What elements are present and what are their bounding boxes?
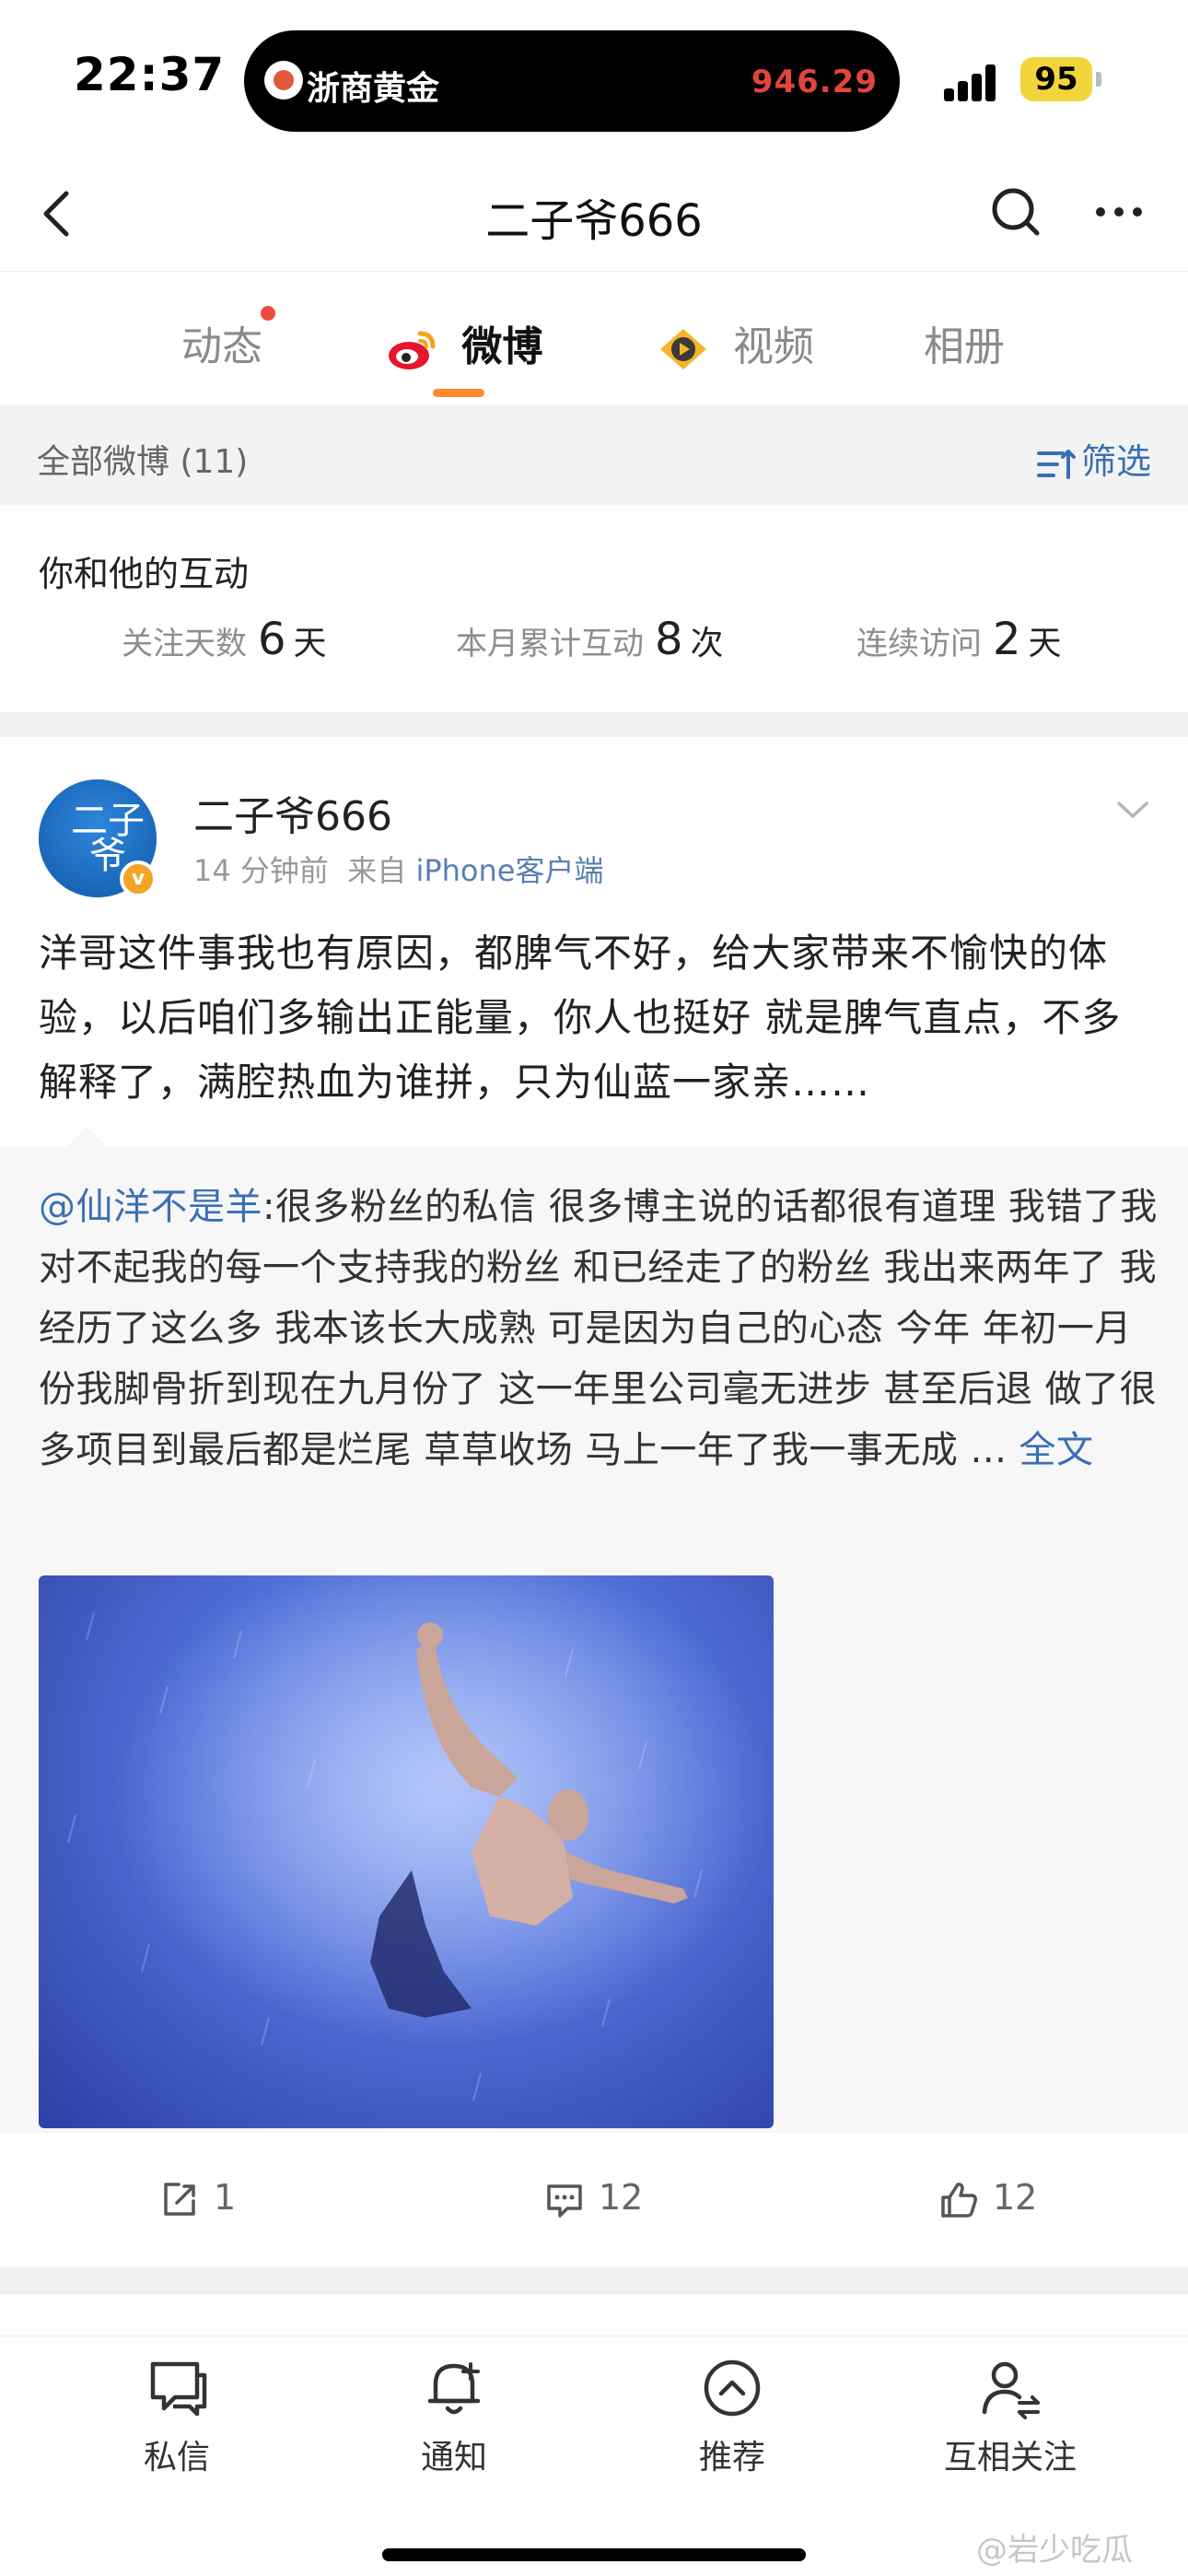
- tabbar-label: 推荐: [698, 2439, 765, 2476]
- repost-notch: [66, 1127, 107, 1147]
- like-button[interactable]: 12: [938, 2177, 1037, 2221]
- stat-value: 6: [258, 614, 286, 665]
- unread-dot: [261, 306, 275, 321]
- repost-block[interactable]: @仙洋不是羊:很多粉丝的私信 很多博主说的话都很有道理 我错了我对不起我的每一个…: [0, 1127, 1188, 2133]
- post-card[interactable]: 二子爷 v 二子爷666 14 分钟前 来自 iPhone客户端 洋哥这件事我也…: [0, 737, 1188, 2266]
- dynamic-island[interactable]: 浙商黄金 946.29: [244, 30, 900, 132]
- status-time: 22:37: [74, 48, 226, 101]
- post-actions: 1 12 12: [0, 2133, 1188, 2262]
- tabbar-messages[interactable]: 私信: [85, 2351, 269, 2478]
- more-icon[interactable]: [1087, 180, 1151, 244]
- status-bar: 22:37 浙商黄金 946.29 95: [0, 0, 1188, 157]
- weibo-logo-icon: [389, 331, 436, 369]
- repost-body: :很多粉丝的私信 很多博主说的话都很有道理 我错了我对不起我的每一个支持我的粉丝…: [39, 1186, 1158, 1471]
- stat-label: 本月累计互动: [456, 626, 644, 662]
- share-button[interactable]: 1: [158, 2177, 236, 2221]
- comment-button[interactable]: 12: [543, 2177, 643, 2221]
- stat-consecutive-visits: 连续访问 2 天: [856, 614, 1062, 665]
- tab-album[interactable]: 相册: [924, 313, 1005, 370]
- like-count: 12: [993, 2177, 1038, 2218]
- share-count: 1: [214, 2177, 237, 2218]
- tab-album-label: 相册: [924, 323, 1005, 370]
- post-text: 洋哥这件事我也有原因，都脾气不好，给大家带来不愉快的体验，以后咱们多输出正能量，…: [39, 931, 1122, 1105]
- full-text-link[interactable]: 全文: [1019, 1429, 1094, 1471]
- thumbs-up-icon: [941, 2182, 977, 2218]
- repost-image[interactable]: [39, 1575, 774, 2128]
- island-title: 浙商黄金: [307, 70, 440, 108]
- active-tab-indicator: [433, 389, 484, 397]
- share-icon: [164, 2182, 195, 2216]
- tabbar-label: 私信: [143, 2439, 210, 2476]
- tab-weibo-label: 微博: [461, 323, 543, 370]
- bottom-tab-bar: 私信 通知 推荐 互相关注 @岩少吃瓜: [0, 2336, 1188, 2576]
- rain-figure-image: [39, 1575, 774, 2128]
- all-posts-count: 全部微博 (11): [37, 443, 249, 481]
- mutual-follow-icon: [982, 2361, 1040, 2419]
- comment-icon: [547, 2184, 582, 2218]
- stat-value: 8: [655, 614, 683, 665]
- bell-icon: [427, 2362, 481, 2415]
- filter-button[interactable]: 筛选: [1035, 433, 1151, 484]
- tabbar-label: 通知: [420, 2439, 487, 2476]
- stat-label: 连续访问: [856, 626, 982, 662]
- filter-label: 筛选: [1080, 441, 1151, 482]
- search-icon[interactable]: [984, 180, 1048, 244]
- tab-video-label: 视频: [733, 323, 814, 370]
- comment-count: 12: [599, 2177, 644, 2218]
- tab-feed-label: 动态: [181, 323, 262, 370]
- tabbar-mutual-follow[interactable]: 互相关注: [918, 2351, 1102, 2478]
- stat-unit: 天: [293, 625, 327, 662]
- tabbar-recommend[interactable]: 推荐: [640, 2351, 824, 2478]
- stat-value: 2: [993, 614, 1021, 665]
- section-divider: [0, 2266, 1188, 2294]
- post-username[interactable]: 二子爷666: [193, 783, 392, 842]
- chevron-down-icon[interactable]: [1110, 790, 1156, 827]
- verified-badge-icon: v: [120, 861, 157, 897]
- post-time: 14 分钟前: [193, 853, 329, 888]
- stat-monthly-interactions: 本月累计互动 8 次: [456, 614, 724, 665]
- home-indicator[interactable]: [382, 2548, 806, 2561]
- interaction-section: 你和他的互动 关注天数 6 天 本月累计互动 8 次 连续访问 2 天: [0, 505, 1188, 712]
- tabbar-label: 互相关注: [943, 2439, 1077, 2476]
- tab-weibo[interactable]: 微博: [385, 313, 543, 370]
- stat-label: 关注天数: [122, 626, 247, 662]
- post-source[interactable]: iPhone客户端: [415, 853, 603, 888]
- filter-icon: [1036, 449, 1076, 479]
- nav-bar: 二子爷666: [0, 157, 1188, 272]
- recommend-icon: [704, 2359, 761, 2417]
- section-divider: [0, 712, 1188, 737]
- interaction-title: 你和他的互动: [39, 554, 250, 594]
- avatar[interactable]: 二子爷 v: [39, 779, 157, 897]
- repost-user-link[interactable]: @仙洋不是羊: [39, 1186, 262, 1228]
- stat-unit: 天: [1028, 625, 1062, 662]
- filter-bar: 全部微博 (11) 筛选: [0, 405, 1188, 505]
- signal-icon: [944, 63, 997, 101]
- battery-level: 95: [1034, 61, 1078, 98]
- stat-unit: 次: [690, 625, 724, 662]
- video-icon: [660, 329, 706, 369]
- battery-icon: 95: [1020, 57, 1092, 101]
- profile-tabs: 动态 微博 视频 相册: [0, 273, 1188, 405]
- island-price: 946.29: [751, 64, 878, 100]
- post-meta: 14 分钟前 来自 iPhone客户端: [193, 848, 603, 890]
- post-source-prefix: 来自: [347, 853, 407, 888]
- gold-app-icon: [264, 61, 303, 100]
- stat-follow-days: 关注天数 6 天: [122, 614, 327, 665]
- tab-video[interactable]: 视频: [656, 313, 814, 370]
- watermark: @岩少吃瓜: [976, 2532, 1133, 2569]
- battery-tip: [1096, 72, 1101, 87]
- message-icon: [150, 2361, 207, 2417]
- repost-text: @仙洋不是羊:很多粉丝的私信 很多博主说的话都很有道理 我错了我对不起我的每一个…: [39, 1177, 1158, 1481]
- tabbar-notifications[interactable]: 通知: [362, 2351, 546, 2478]
- tab-feed[interactable]: 动态: [181, 306, 275, 370]
